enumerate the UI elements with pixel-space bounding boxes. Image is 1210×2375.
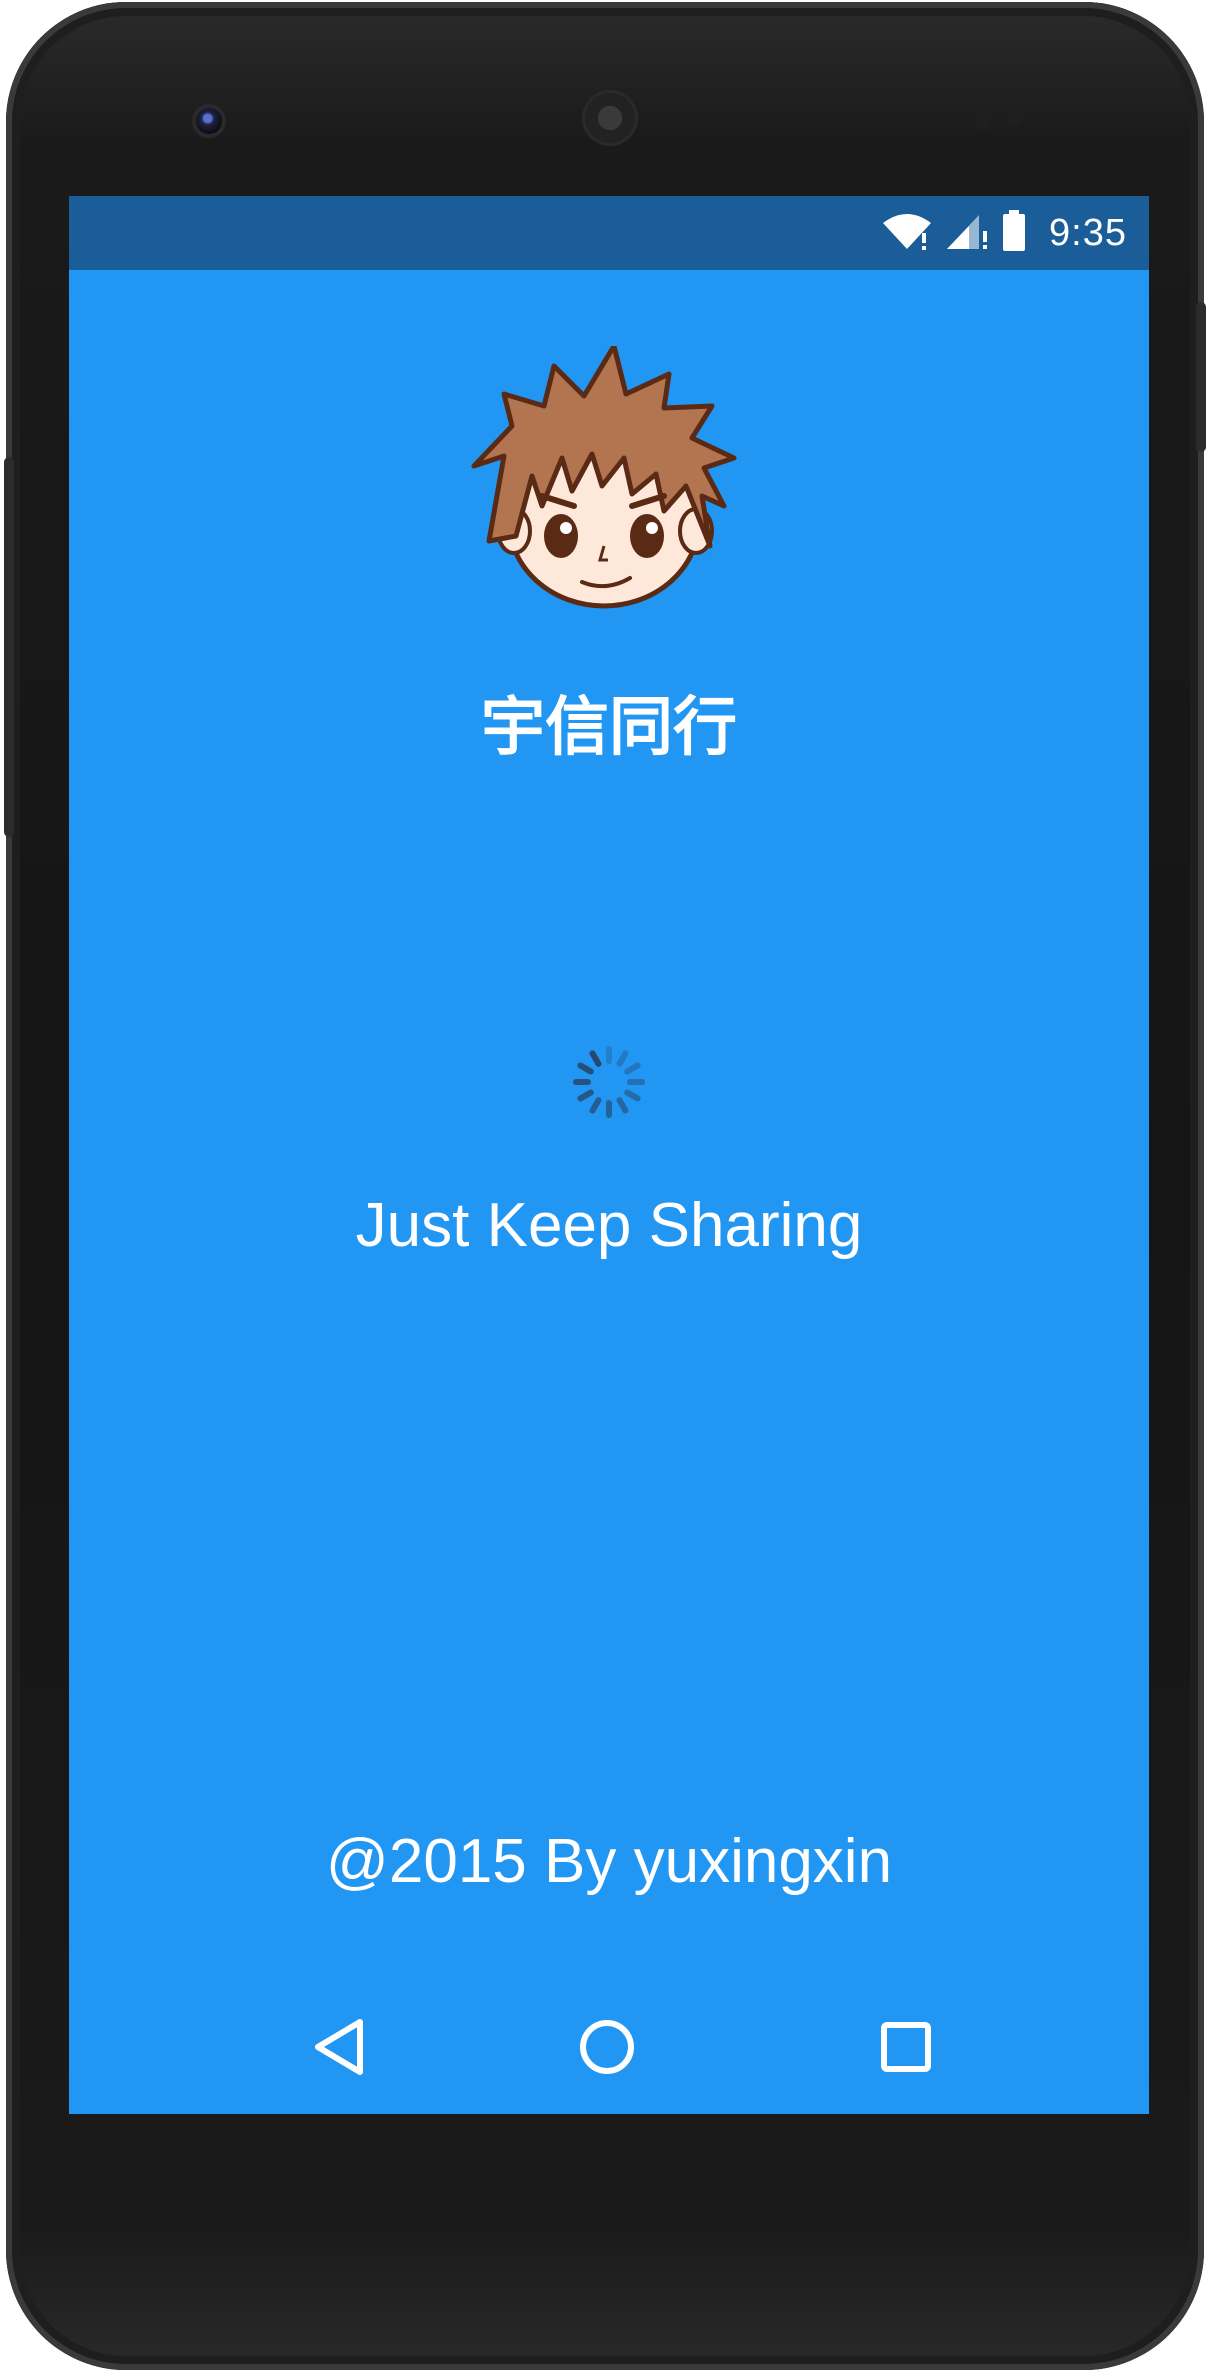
wifi-icon	[881, 211, 933, 256]
signal-icon	[945, 211, 989, 256]
volume-button	[4, 457, 14, 837]
battery-icon	[1001, 209, 1027, 257]
device-frame: 9:35 宇信同行 Just Keep Sharing @2015 By yux…	[4, 2, 1206, 2370]
status-time: 9:35	[1049, 211, 1127, 254]
back-icon[interactable]	[304, 2012, 374, 2082]
tagline: Just Keep Sharing	[355, 1191, 863, 1260]
navigation-bar	[69, 1986, 1149, 2114]
power-button	[1196, 302, 1206, 452]
proximity-sensor	[974, 112, 992, 130]
light-sensor	[1008, 115, 1020, 127]
recents-icon[interactable]	[871, 2012, 941, 2082]
home-icon[interactable]	[572, 2012, 642, 2082]
status-bar: 9:35	[69, 196, 1149, 270]
copyright-text: @2015 By yuxingxin	[325, 1827, 893, 1896]
app-title: 宇信同行	[481, 691, 737, 765]
app-screen: 9:35 宇信同行 Just Keep Sharing @2015 By yux…	[69, 196, 1149, 2114]
loading-spinner-icon	[569, 1042, 649, 1122]
front-camera	[196, 108, 222, 134]
avatar	[464, 343, 754, 626]
earpiece-speaker	[582, 90, 638, 146]
